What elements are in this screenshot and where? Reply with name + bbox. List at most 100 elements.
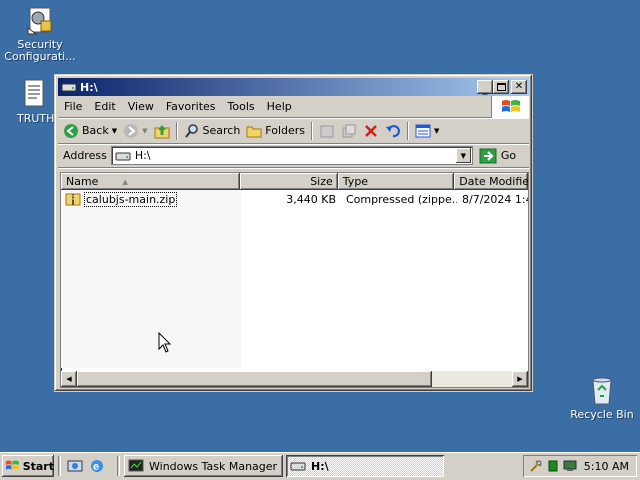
desktop-icon-label: Security Configurati... xyxy=(4,39,76,63)
folders-button[interactable]: Folders xyxy=(243,120,308,142)
file-list[interactable]: Name ▲ Size Type Date Modified calubjs-m… xyxy=(60,172,529,388)
forward-button[interactable]: ▼ xyxy=(120,120,150,142)
up-folder-button[interactable] xyxy=(151,120,173,142)
address-input[interactable]: H:\ ▼ xyxy=(110,146,473,165)
chevron-down-icon[interactable]: ▼ xyxy=(112,127,117,135)
go-button[interactable]: Go xyxy=(479,148,516,164)
text-document-icon xyxy=(17,78,49,110)
search-icon xyxy=(184,123,198,138)
windows-flag-icon xyxy=(5,460,19,470)
undo-button[interactable] xyxy=(382,120,404,142)
toolbar-separator xyxy=(311,121,314,140)
show-desktop-icon[interactable] xyxy=(67,458,83,474)
menu-help[interactable]: Help xyxy=(261,100,298,113)
desktop-icon-recycle-bin[interactable]: Recycle Bin xyxy=(564,374,640,421)
back-arrow-icon xyxy=(64,123,78,138)
chevron-left-icon: ◀ xyxy=(66,375,72,383)
chevron-down-icon: ▼ xyxy=(460,151,466,160)
address-label: Address xyxy=(63,149,107,162)
horizontal-scrollbar[interactable]: ◀ ▶ xyxy=(61,371,528,387)
standard-toolbar: Back ▼ ▼ Search Folders ▼ xyxy=(58,118,529,144)
drive-icon xyxy=(61,83,77,92)
sorted-column-highlight xyxy=(61,190,241,368)
file-date-modified: 8/7/2024 1:46 xyxy=(462,192,528,206)
system-tray: 5:10 AM xyxy=(523,455,637,477)
forward-arrow-icon xyxy=(124,123,139,138)
scroll-right-button[interactable]: ▶ xyxy=(512,371,528,387)
tray-monitor-icon[interactable] xyxy=(563,459,577,473)
column-header-size[interactable]: Size xyxy=(240,173,338,190)
sort-ascending-icon: ▲ xyxy=(122,177,128,186)
menu-edit[interactable]: Edit xyxy=(88,100,121,113)
start-button[interactable]: Start xyxy=(2,455,54,477)
internet-explorer-icon[interactable]: e xyxy=(89,458,105,474)
menu-view[interactable]: View xyxy=(122,100,160,113)
scroll-thumb[interactable] xyxy=(77,371,432,387)
task-manager-icon xyxy=(128,459,144,472)
address-dropdown-button[interactable]: ▼ xyxy=(455,148,471,163)
column-header-name[interactable]: Name ▲ xyxy=(61,173,240,190)
tray-tool-icon[interactable] xyxy=(529,459,543,473)
column-header-row: Name ▲ Size Type Date Modified xyxy=(61,173,528,190)
views-button[interactable]: ▼ xyxy=(412,120,442,142)
svg-text:e: e xyxy=(93,461,99,473)
quick-launch: e xyxy=(67,458,105,474)
task-h-drive[interactable]: H:\ xyxy=(286,455,444,477)
maximize-button[interactable] xyxy=(493,80,509,94)
column-header-date[interactable]: Date Modified xyxy=(454,173,528,190)
column-header-type[interactable]: Type xyxy=(338,173,455,190)
chevron-right-icon: ▶ xyxy=(517,375,523,383)
file-type: Compressed (zippe... xyxy=(346,192,457,206)
desktop-icon-security-config[interactable]: Security Configurati... xyxy=(2,4,78,63)
explorer-window[interactable]: H:\ _ ✕ File Edit View Favorites Tools H… xyxy=(54,74,533,392)
task-windows-task-manager[interactable]: Windows Task Manager xyxy=(124,455,283,477)
file-size: 3,440 KB xyxy=(286,192,336,206)
toolbar-separator xyxy=(407,121,410,140)
delete-x-icon xyxy=(365,124,377,137)
close-button[interactable]: ✕ xyxy=(511,80,527,94)
go-arrow-icon xyxy=(479,148,497,163)
clock[interactable]: 5:10 AM xyxy=(584,460,629,473)
views-icon xyxy=(415,124,431,137)
move-to-icon xyxy=(320,125,334,137)
search-button[interactable]: Search xyxy=(181,120,244,142)
tray-network-icon[interactable] xyxy=(547,459,559,473)
file-name-cell: calubjs-main.zip xyxy=(61,191,241,207)
chevron-down-icon: ▼ xyxy=(434,126,440,135)
minimize-button[interactable]: _ xyxy=(477,80,493,94)
address-bar: Address H:\ ▼ Go xyxy=(58,144,529,168)
windows-logo-icon xyxy=(491,96,529,118)
zip-file-icon xyxy=(65,193,81,206)
menu-tools[interactable]: Tools xyxy=(222,100,261,113)
maximize-icon xyxy=(496,83,506,91)
title-bar[interactable]: H:\ _ ✕ xyxy=(58,78,529,96)
toolbar-separator xyxy=(175,121,178,140)
copy-to-button[interactable] xyxy=(338,120,360,142)
drive-icon xyxy=(290,462,306,471)
minimize-icon: _ xyxy=(482,83,488,95)
move-to-button[interactable] xyxy=(316,120,338,142)
up-folder-icon xyxy=(154,124,169,138)
address-value: H:\ xyxy=(134,149,151,162)
taskbar-separator xyxy=(58,456,61,476)
window-title: H:\ xyxy=(80,80,98,94)
menu-bar: File Edit View Favorites Tools Help xyxy=(58,96,529,118)
menu-favorites[interactable]: Favorites xyxy=(160,100,222,113)
scroll-left-button[interactable]: ◀ xyxy=(61,371,77,387)
undo-icon xyxy=(386,124,400,137)
desktop-icon-label: Recycle Bin xyxy=(570,409,634,421)
recycle-bin-icon xyxy=(586,374,618,406)
back-button[interactable]: Back ▼ xyxy=(60,120,120,142)
menu-file[interactable]: File xyxy=(58,100,88,113)
close-icon: ✕ xyxy=(514,81,524,92)
taskbar: Start e Windows Task Manager H:\ 5:10 AM xyxy=(0,452,640,480)
copy-to-icon xyxy=(342,124,356,137)
folder-icon xyxy=(246,126,262,137)
taskbar-separator xyxy=(117,456,120,476)
delete-button[interactable] xyxy=(360,120,382,142)
mouse-cursor-icon xyxy=(158,332,172,353)
security-config-icon xyxy=(24,4,56,36)
drive-icon xyxy=(115,152,131,160)
chevron-down-icon[interactable]: ▼ xyxy=(142,127,147,135)
file-row[interactable]: calubjs-main.zip 3,440 KB Compressed (zi… xyxy=(61,191,528,207)
